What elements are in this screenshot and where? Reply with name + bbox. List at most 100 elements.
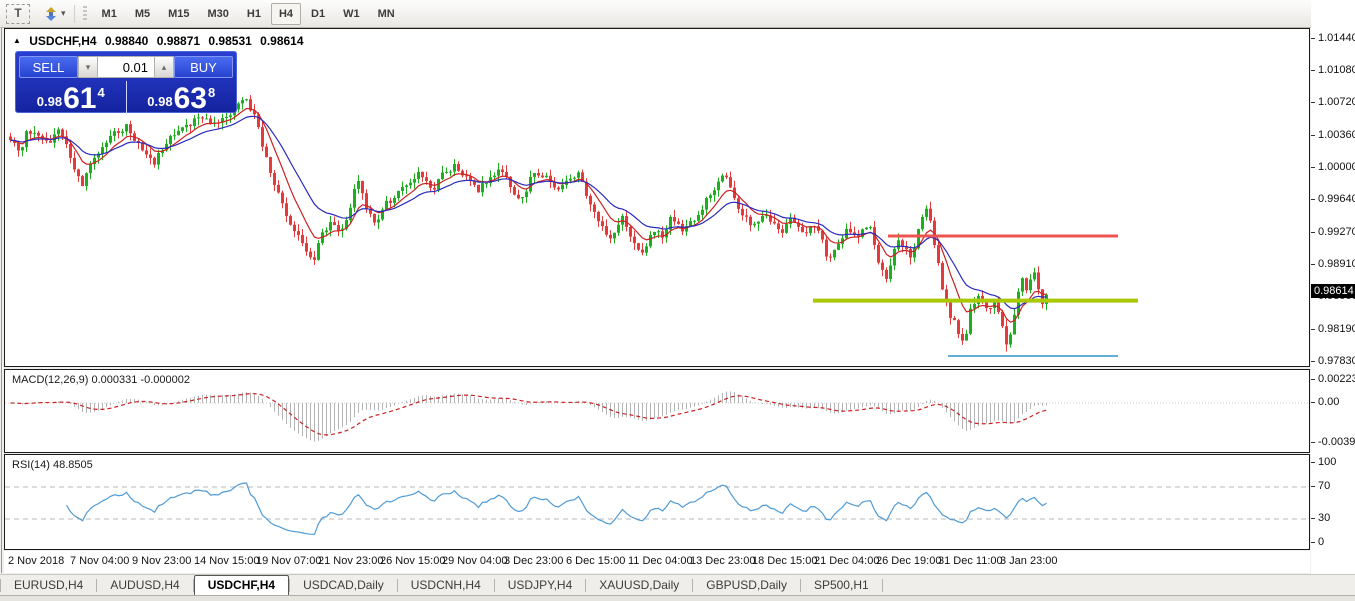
tab-usdcnh-h4[interactable]: USDCNH,H4 (398, 576, 494, 595)
bid-price-sup: 4 (97, 85, 104, 100)
chevron-down-icon[interactable]: ▾ (61, 8, 66, 19)
chart-tabs-bar: EURUSD,H4AUDUSD,H4USDCHF,H4USDCAD,DailyU… (0, 574, 1355, 596)
ask-price[interactable]: 0.98 63 8 (126, 81, 237, 114)
macd-axis-label: 0.002239 (1318, 373, 1355, 385)
time-axis[interactable]: 2 Nov 2018 7 Nov 04:009 Nov 23:0014 Nov 1… (4, 551, 1310, 573)
sell-button[interactable]: SELL (19, 56, 78, 78)
tab-xauusd-daily[interactable]: XAUUSD,Daily (586, 576, 692, 595)
tab-usdjpy-h4[interactable]: USDJPY,H4 (495, 576, 585, 595)
symbol-period-label: USDCHF,H4 (29, 34, 96, 48)
macd-label: MACD(12,26,9) 0.000331 -0.000002 (12, 374, 190, 386)
macd-chart-svg (5, 370, 1309, 452)
ask-price-big: 63 (174, 85, 207, 112)
volume-input[interactable] (98, 56, 154, 78)
timeframe-h4[interactable]: H4 (271, 3, 301, 25)
timeframe-m5[interactable]: M5 (127, 3, 158, 25)
time-axis-label: 19 Nov 07:00 (256, 555, 321, 567)
open-value: 0.98840 (105, 34, 148, 48)
price-axis-label: 0.98190 (1318, 323, 1355, 335)
toolbar-drag-handle[interactable] (83, 6, 87, 22)
tab-usdcad-daily[interactable]: USDCAD,Daily (290, 576, 397, 595)
time-axis-label: 7 Nov 04:00 (70, 555, 129, 567)
bid-price-small: 0.98 (37, 94, 62, 109)
time-axis-label: 3 Dec 23:00 (504, 555, 563, 567)
rsi-axis-tick (1311, 486, 1315, 487)
buy-button[interactable]: BUY (174, 56, 233, 78)
time-axis-label: 3 Jan 23:00 (1000, 555, 1058, 567)
tab-audusd-h4[interactable]: AUDUSD,H4 (97, 576, 192, 595)
bid-price-big: 61 (63, 85, 96, 112)
macd-axis-tick (1311, 402, 1315, 403)
status-bar (0, 595, 1355, 601)
cursor-style-button[interactable]: ▾ (44, 7, 66, 21)
rsi-axis-label: 70 (1318, 480, 1330, 492)
time-axis-label: 6 Dec 15:00 (566, 555, 625, 567)
timeframe-m1[interactable]: M1 (94, 3, 125, 25)
rsi-line (67, 483, 1047, 534)
timeframe-h1[interactable]: H1 (239, 3, 269, 25)
price-axis-tick (1311, 70, 1315, 71)
timeframe-w1[interactable]: W1 (335, 3, 368, 25)
high-value: 0.98871 (157, 34, 200, 48)
tab-sp500-h1[interactable]: SP500,H1 (801, 576, 882, 595)
price-axis-tick (1311, 102, 1315, 103)
time-axis-label: 14 Nov 15:00 (194, 555, 259, 567)
macd-signal-line (11, 394, 1047, 435)
price-axis-tick (1311, 264, 1315, 265)
main-chart-panel[interactable]: ▲ USDCHF,H4 0.98840 0.98871 0.98531 0.98… (4, 28, 1310, 367)
ask-price-sup: 8 (208, 85, 215, 100)
macd-axis-label: 0.00 (1318, 396, 1339, 408)
time-axis-label: 2 Nov 2018 (8, 555, 64, 567)
chart-header: ▲ USDCHF,H4 0.98840 0.98871 0.98531 0.98… (13, 34, 309, 48)
timeframe-d1[interactable]: D1 (303, 3, 333, 25)
time-axis-label: 18 Dec 15:00 (752, 555, 817, 567)
time-axis-label: 21 Nov 23:00 (318, 555, 383, 567)
timeframe-m30[interactable]: M30 (200, 3, 237, 25)
rsi-axis-tick (1311, 542, 1315, 543)
rsi-axis-label: 30 (1318, 512, 1330, 524)
rsi-chart-svg (5, 455, 1309, 549)
rsi-label: RSI(14) 48.8505 (12, 459, 93, 471)
current-price-tag: 0.98614 (1311, 284, 1355, 298)
macd-indicator-panel[interactable]: MACD(12,26,9) 0.000331 -0.000002 (4, 369, 1310, 453)
tab-usdchf-h4[interactable]: USDCHF,H4 (194, 575, 289, 596)
window-edge (1, 28, 2, 573)
time-axis-label: 29 Nov 04:00 (442, 555, 507, 567)
rsi-indicator-panel[interactable]: RSI(14) 48.8505 (4, 454, 1310, 550)
top-toolbar: T ▾ M1M5M15M30H1H4D1W1MN (0, 0, 1355, 28)
price-axis-label: 0.99640 (1318, 193, 1355, 205)
ask-price-small: 0.98 (147, 94, 172, 109)
collapse-icon[interactable]: ▲ (13, 36, 21, 45)
tab-eurusd-h4[interactable]: EURUSD,H4 (1, 576, 96, 595)
volume-up-button[interactable]: ▴ (154, 56, 174, 78)
price-axis-label: 0.99270 (1318, 226, 1355, 238)
low-value: 0.98531 (208, 34, 251, 48)
time-axis-label: 31 Dec 11:00 (938, 555, 1003, 567)
tab-gbpusd-daily[interactable]: GBPUSD,Daily (693, 576, 800, 595)
rsi-axis-tick (1311, 518, 1315, 519)
ma-fast-line (11, 108, 1047, 322)
trading-platform-window: T ▾ M1M5M15M30H1H4D1W1MN ▲ USDCHF,H4 0.9… (0, 0, 1355, 601)
volume-stepper: ▾ ▴ (78, 56, 174, 78)
insert-text-tool-button[interactable]: T (6, 4, 30, 24)
price-axis-label: 0.98910 (1318, 258, 1355, 270)
arrows-icon (44, 7, 58, 21)
timeframe-m15[interactable]: M15 (160, 3, 197, 25)
timeframe-mn[interactable]: MN (370, 3, 403, 25)
bid-price[interactable]: 0.98 61 4 (16, 81, 126, 114)
price-axis-tick (1311, 232, 1315, 233)
volume-down-button[interactable]: ▾ (78, 56, 98, 78)
price-axis-tick (1311, 361, 1315, 362)
price-axis-tick (1311, 38, 1315, 39)
one-click-trade-panel: SELL ▾ ▴ BUY 0.98 61 4 0.98 63 8 (15, 51, 237, 113)
price-axis-label: 1.00000 (1318, 161, 1355, 173)
price-axis-label: 1.01080 (1318, 64, 1355, 76)
time-axis-label: 26 Dec 19:00 (876, 555, 941, 567)
time-axis-label: 9 Nov 23:00 (132, 555, 191, 567)
price-axis[interactable]: 0.98614 1.014401.010801.007201.003601.00… (1311, 0, 1355, 574)
macd-axis-tick (1311, 442, 1315, 443)
rsi-axis-label: 0 (1318, 536, 1324, 548)
time-axis-label: 21 Dec 04:00 (814, 555, 879, 567)
close-value: 0.98614 (260, 34, 303, 48)
text-tool-label: T (14, 6, 21, 20)
